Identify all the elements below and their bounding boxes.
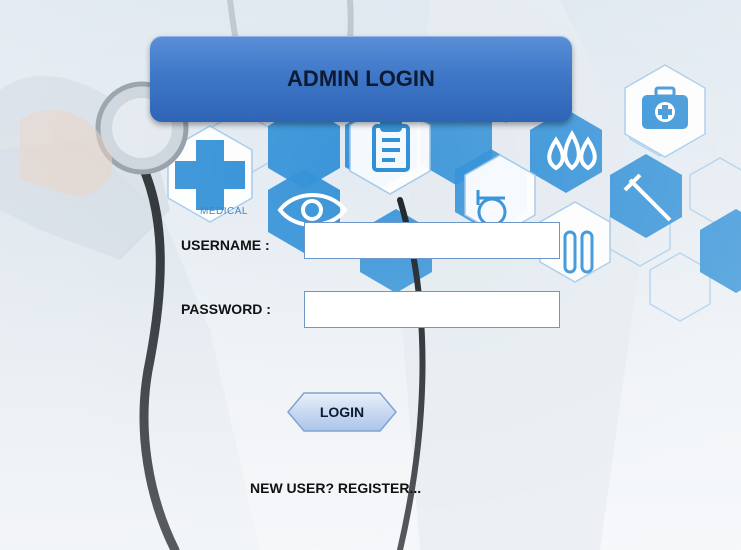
- title-banner: ADMIN LOGIN: [150, 36, 572, 122]
- page-title: ADMIN LOGIN: [287, 66, 435, 91]
- login-screen: MEDICAL ADMIN LOGIN USERNAME : PASSWORD …: [0, 0, 741, 550]
- login-button[interactable]: LOGIN: [286, 391, 398, 433]
- username-input[interactable]: [304, 222, 560, 259]
- password-input[interactable]: [304, 291, 560, 328]
- medical-decor-text: MEDICAL: [200, 206, 248, 217]
- password-label: PASSWORD :: [181, 301, 271, 317]
- register-link[interactable]: NEW USER? REGISTER...: [250, 480, 421, 496]
- login-button-label: LOGIN: [319, 404, 365, 420]
- username-label: USERNAME :: [181, 237, 270, 253]
